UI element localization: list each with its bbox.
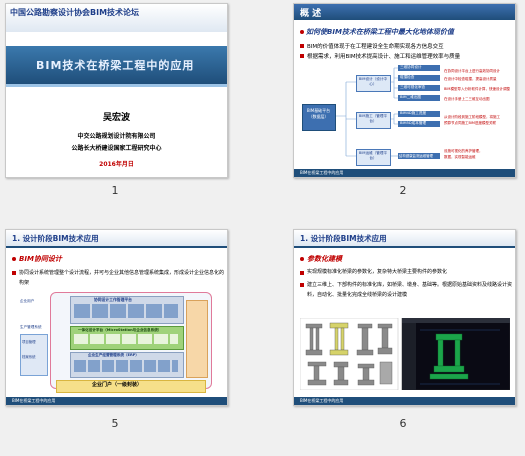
branch-design-label: BIM设计（设计中心） bbox=[358, 77, 388, 86]
slide-thumbnail-1[interactable]: 中国公路勘察设计协会BIM技术论坛 BIM技术在桥梁工程中的应用 吴宏波 中交公… bbox=[5, 3, 228, 178]
diagram-top-label: 协同设计工作管理平台 bbox=[94, 297, 132, 302]
diagram-top-cells bbox=[74, 304, 178, 318]
presentation-date: 2016年月日 bbox=[99, 161, 134, 168]
diagram-right-column bbox=[186, 300, 208, 378]
bullet-icon bbox=[300, 30, 304, 34]
slide-number-6: 6 bbox=[399, 417, 407, 430]
slide-heading: 1. 设计阶段BIM技术应用 bbox=[300, 234, 387, 243]
side-label: 企业用户 bbox=[20, 299, 35, 303]
branch-construction-label: BIM施工（管理平台） bbox=[358, 114, 388, 123]
slide-thumbnail-5[interactable]: 1. 设计阶段BIM技术应用 BIM协同设计 协同设计系统管理整个设计流程，并可… bbox=[5, 229, 228, 406]
svg-text:从设计阶段到施工阶段模型，将施工: 从设计阶段到施工阶段模型，将施工 bbox=[444, 114, 500, 119]
design-item-label: 三维协同设计 bbox=[400, 65, 422, 69]
presentation-title: BIM技术在桥梁工程中的应用 bbox=[36, 59, 195, 72]
svg-text:数据，实现智能运维: 数据，实现智能运维 bbox=[444, 154, 476, 159]
slide-heading: 1. 设计阶段BIM技术应用 bbox=[12, 234, 99, 243]
diagram-bottom-label: 企业生产经营管理系统（ERP） bbox=[88, 353, 139, 357]
footer-text: BIM在桥梁工程中的应用 bbox=[300, 398, 344, 403]
slide-subheading: BIM协同设计 bbox=[19, 255, 62, 263]
footer-text: BIM在桥梁工程中的应用 bbox=[300, 170, 344, 175]
svg-text:预算节点同施工BIM进度模型关联: 预算节点同施工BIM进度模型关联 bbox=[444, 120, 496, 125]
bullet-icon bbox=[12, 257, 16, 261]
ops-item-label: 结构健康监测运维管理 bbox=[399, 154, 433, 158]
svg-text:在设计手册上二三维互动出图: 在设计手册上二三维互动出图 bbox=[444, 96, 490, 101]
slide-number-5: 5 bbox=[111, 417, 119, 430]
slide-number-1: 1 bbox=[111, 184, 119, 197]
bullet-text: 建立三维上、下部构件的标准化库，如桥梁、墩身、基础等。根据原始基础资料及线路设计… bbox=[307, 282, 513, 298]
bullet-icon bbox=[300, 54, 304, 58]
heading-bar bbox=[294, 4, 515, 20]
bullet-text: 根据需求，利用BIM技术提高设计、施工和运维管理效率与质量 bbox=[307, 54, 461, 60]
bullet-text: 实现规模标准化桥梁的参数化，复杂特大桥梁主要构件的参数化 bbox=[307, 269, 448, 275]
diagram-bottom-cells bbox=[74, 360, 178, 372]
bullet-icon bbox=[300, 257, 304, 261]
construction-item-label: BIM5D成本管理 bbox=[400, 121, 427, 125]
slide-thumbnail-2[interactable]: 概 述 如何使BIM技术在桥梁工程中最大化地体现价值 BIM的价值体现于在工程建… bbox=[293, 3, 516, 178]
diagram-middle-label: 一体化设计平台（MicroStation与企业信息系统） bbox=[78, 328, 162, 332]
organization-name: 中交公路规划设计院有限公司 bbox=[77, 133, 156, 140]
platform-label: BIM基础平台（数据层） bbox=[306, 108, 331, 119]
bullet-icon bbox=[300, 271, 304, 275]
side-label: 档案系统 bbox=[22, 355, 36, 359]
slide-heading: 概 述 bbox=[300, 9, 322, 19]
banner-stripe bbox=[6, 84, 227, 87]
slide-subheading: 参数化建模 bbox=[307, 255, 342, 263]
research-center: 公路长大桥建设国家工程研究中心 bbox=[71, 145, 162, 152]
branch-operations-label: BIM运维（管理平台） bbox=[358, 151, 388, 160]
svg-text:在协同设计平台上进行高效协同设计: 在协同设计平台上进行高效协同设计 bbox=[444, 68, 500, 73]
svg-text:设施可视化的养护管理，: 设施可视化的养护管理， bbox=[444, 148, 483, 153]
footer-text: BIM在桥梁工程中的应用 bbox=[12, 398, 56, 403]
slide-subheading: 如何使BIM技术在桥梁工程中最大化地体现价值 bbox=[306, 28, 454, 36]
bullet-icon bbox=[300, 283, 304, 287]
portal-label: 企业门户（一级封装） bbox=[92, 382, 143, 388]
bullet-text: BIM的价值体现于在工程建设全生命期实现各方信息交互 bbox=[307, 44, 444, 50]
design-item-label: 碰撞检查 bbox=[400, 75, 415, 79]
author-name: 吴宏波 bbox=[102, 113, 130, 123]
side-label: 生产管理系统 bbox=[20, 325, 42, 329]
side-label: 项目管理 bbox=[22, 340, 36, 344]
bullet-text: 协同设计系统管理整个设计流程，并可与企业其他信息管理系统集成，形成设计企业信息化… bbox=[19, 270, 225, 286]
svg-text:BIM模型导入分析软件计算，快速设计调整: BIM模型导入分析软件计算，快速设计调整 bbox=[444, 86, 510, 91]
bridge-model-gallery bbox=[300, 318, 510, 390]
construction-item-label: BIM4D施工进度 bbox=[400, 111, 427, 115]
design-item-label: BIM二维出图 bbox=[400, 95, 422, 99]
slide-thumbnail-6[interactable]: 1. 设计阶段BIM技术应用 参数化建模 实现规模标准化桥梁的参数化，复杂特大桥… bbox=[293, 229, 516, 406]
forum-header: 中国公路勘察设计协会BIM技术论坛 bbox=[10, 8, 140, 17]
slide-number-2: 2 bbox=[399, 184, 407, 197]
diagram-middle-cells bbox=[74, 334, 178, 344]
bullet-icon bbox=[300, 44, 304, 48]
design-item-label: 三维可视化审查 bbox=[400, 85, 426, 89]
svg-text:在设计中检查碰撞，提高设计质量: 在设计中检查碰撞，提高设计质量 bbox=[444, 76, 497, 81]
bullet-icon bbox=[12, 271, 16, 275]
